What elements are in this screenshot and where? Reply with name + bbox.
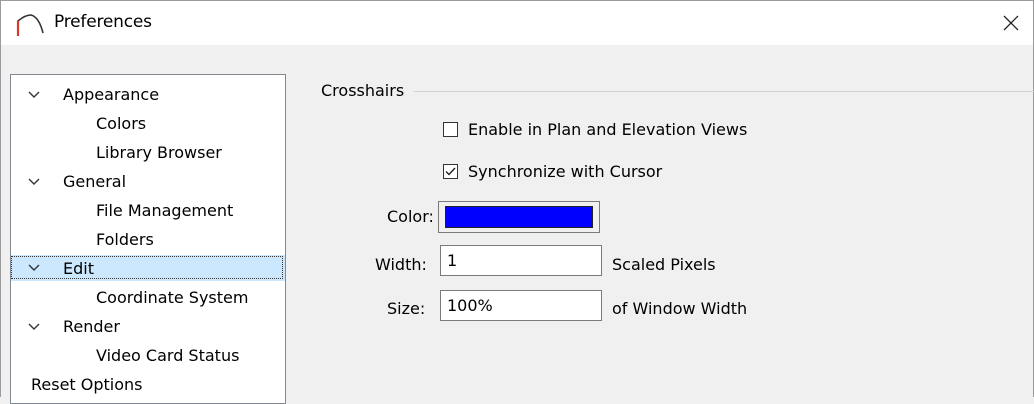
preferences-dialog: Preferences Appearance Colors Library Br… — [0, 0, 1034, 404]
tree-item-edit[interactable]: Edit — [11, 255, 285, 281]
tree-item-label: Appearance — [63, 85, 160, 104]
chevron-down-icon[interactable] — [27, 175, 41, 189]
close-button[interactable] — [989, 1, 1033, 45]
color-label: Color: — [387, 207, 434, 226]
checkbox-unchecked-icon[interactable] — [443, 122, 458, 137]
width-label: Width: — [375, 255, 427, 274]
color-picker-button[interactable] — [438, 201, 600, 233]
close-icon — [1003, 15, 1019, 31]
synchronize-cursor-checkbox[interactable]: Synchronize with Cursor — [443, 162, 662, 181]
title-bar: Preferences — [1, 1, 1033, 45]
size-unit-label: of Window Width — [612, 299, 748, 318]
width-unit-label: Scaled Pixels — [612, 255, 716, 274]
tree-item-label: Coordinate System — [96, 288, 249, 307]
crosshairs-group-label: Crosshairs — [321, 81, 405, 100]
tree-item-label: Library Browser — [96, 143, 222, 162]
tree-item-label: Reset Options — [31, 375, 143, 394]
tree-item-label: Video Card Status — [96, 346, 240, 365]
checkbox-label: Synchronize with Cursor — [468, 162, 663, 181]
category-tree[interactable]: Appearance Colors Library Browser Genera… — [10, 74, 286, 404]
tree-item-label: Colors — [96, 114, 147, 133]
tree-item-label: Render — [63, 317, 120, 336]
group-divider — [414, 91, 1034, 92]
checkbox-checked-icon[interactable] — [443, 164, 458, 179]
enable-plan-elevation-checkbox[interactable]: Enable in Plan and Elevation Views — [443, 120, 747, 139]
tree-item-label: Folders — [96, 230, 154, 249]
app-logo-icon — [16, 14, 44, 36]
tree-item-label: General — [63, 172, 127, 191]
chevron-down-icon[interactable] — [27, 320, 41, 334]
tree-item-label: Edit — [11, 256, 283, 279]
size-input[interactable]: 100% — [440, 290, 602, 321]
window-title: Preferences — [54, 12, 152, 32]
width-input[interactable]: 1 — [440, 245, 602, 276]
tree-item-label: File Management — [96, 201, 234, 220]
size-label: Size: — [387, 299, 426, 318]
color-swatch — [445, 206, 593, 228]
checkbox-label: Enable in Plan and Elevation Views — [468, 120, 748, 139]
chevron-down-icon[interactable] — [27, 88, 41, 102]
